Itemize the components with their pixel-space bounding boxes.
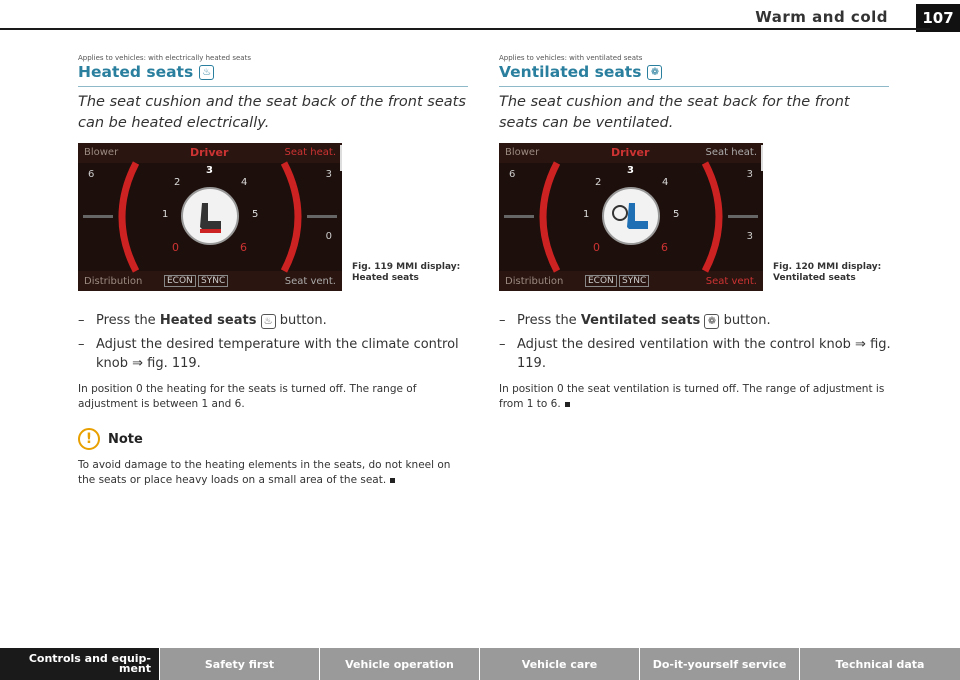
dial-number-6: 6 <box>240 241 247 254</box>
display-label-distribution: Distribution <box>505 276 564 287</box>
warning-icon: ! <box>78 428 100 450</box>
intro-text: The seat cushion and the seat back for t… <box>499 94 850 131</box>
display-label-driver: Driver <box>611 146 650 159</box>
intro-text: The seat cushion and the seat back of th… <box>78 94 466 131</box>
step-text: Press the <box>517 313 581 328</box>
display-mode-econ: ECON <box>585 275 617 287</box>
dial-number-1: 1 <box>583 209 590 220</box>
tab-do-it-yourself-service[interactable]: Do-it-yourself service <box>640 648 800 680</box>
figure-title: MMI display: <box>396 262 461 272</box>
section-title: Ventilated seats ❁ <box>499 63 663 81</box>
section-title-text: Ventilated seats <box>499 63 642 81</box>
tab-technical-data[interactable]: Technical data <box>800 648 960 680</box>
ventilated-seat-icon: ❁ <box>647 64 663 80</box>
ventilated-seat-button-icon: ❁ <box>704 314 720 329</box>
tab-safety-first[interactable]: Safety first <box>160 648 320 680</box>
dial-number-2: 2 <box>174 177 181 188</box>
display-mode-sync: SYNC <box>198 275 229 287</box>
tab-vehicle-operation[interactable]: Vehicle operation <box>320 648 480 680</box>
dial-number-4: 4 <box>241 177 248 188</box>
figure-caption: Fig. 120 MMI display: Ventilated seats <box>773 262 903 284</box>
header-divider <box>0 28 930 30</box>
step-bold-text: Ventilated seats <box>580 313 701 328</box>
figure-number: Fig. 119 <box>352 262 394 272</box>
display-seat-heat-level: 3 <box>746 169 753 180</box>
display-label-seat-heat: Seat heat. <box>284 147 336 158</box>
display-label-seat-heat: Seat heat. <box>705 147 757 158</box>
dial-number-3: 3 <box>206 165 213 176</box>
applies-note: Applies to vehicles: with ventilated sea… <box>499 54 643 62</box>
body-paragraph: In position 0 the seat ventilation is tu… <box>499 382 891 412</box>
body-text: In position 0 the seat ventilation is tu… <box>499 383 885 410</box>
section-title-text: Heated seats <box>78 63 194 81</box>
step-item: – Adjust the desired temperature with the… <box>78 337 459 371</box>
display-label-distribution: Distribution <box>84 276 143 287</box>
display-blower-level: 6 <box>88 169 95 180</box>
step-text: Adjust the desired ventilation with the … <box>517 337 891 371</box>
figure-caption: Fig. 119 MMI display: Heated seats <box>352 262 482 284</box>
mmi-display-ventilated: Blower Driver Seat heat. Distribution Se… <box>499 143 763 291</box>
display-seat-vent-level: 0 <box>325 231 332 242</box>
dial-number-4: 4 <box>662 177 669 188</box>
chapter-title: Warm and cold <box>755 8 888 26</box>
step-text: Press the <box>96 313 160 328</box>
end-of-section-mark <box>390 477 396 483</box>
step-text-end: button. <box>719 313 771 328</box>
step-item: – Adjust the desired ventilation with the… <box>499 337 891 371</box>
display-label-seat-vent: Seat vent. <box>284 276 336 287</box>
dial-number-5: 5 <box>252 209 259 220</box>
display-label-blower: Blower <box>84 147 119 158</box>
dial-number-1: 1 <box>162 209 169 220</box>
section-divider <box>499 86 889 87</box>
tab-controls-and-equipment[interactable]: Controls and equip-ment <box>0 648 160 680</box>
dial-number-6: 6 <box>661 241 668 254</box>
heated-seat-button-icon: ♨ <box>260 314 276 329</box>
display-mode-sync: SYNC <box>619 275 650 287</box>
step-bold-text: Heated seats <box>159 313 257 328</box>
footer-nav: Controls and equip-ment Safety first Veh… <box>0 648 960 680</box>
step-text-end: button. <box>275 313 327 328</box>
step-item: – Press the Ventilated seats ❁ button. <box>499 313 771 329</box>
figure-title: MMI display: <box>817 262 882 272</box>
note-header: ! Note <box>78 428 143 450</box>
applies-note: Applies to vehicles: with electrically h… <box>78 54 251 62</box>
section-title: Heated seats ♨ <box>78 63 215 81</box>
dial-number-0: 0 <box>593 241 600 254</box>
display-seat-vent-level: 3 <box>746 231 753 242</box>
figure-number: Fig. 120 <box>773 262 815 272</box>
dial-number-2: 2 <box>595 177 602 188</box>
display-label-blower: Blower <box>505 147 540 158</box>
instruction-steps: – Press the Ventilated seats ❁ button. – A… <box>499 311 891 378</box>
display-mode-econ: ECON <box>164 275 196 287</box>
end-of-section-mark <box>564 401 570 407</box>
dial-number-0: 0 <box>172 241 179 254</box>
tab-vehicle-care[interactable]: Vehicle care <box>480 648 640 680</box>
display-blower-level: 6 <box>509 169 516 180</box>
instruction-steps: – Press the Heated seats ♨ button. – Adjus… <box>78 311 470 378</box>
step-text: Adjust the desired temperature with the … <box>96 337 459 371</box>
figure-subtitle: Heated seats <box>352 273 419 283</box>
step-item: – Press the Heated seats ♨ button. <box>78 313 327 329</box>
display-label-driver: Driver <box>190 146 229 159</box>
heated-seat-icon: ♨ <box>199 64 215 80</box>
note-paragraph: To avoid damage to the heating elements … <box>78 458 470 488</box>
note-label: Note <box>108 431 143 447</box>
dial-number-5: 5 <box>673 209 680 220</box>
dial-number-3: 3 <box>627 165 634 176</box>
section-divider <box>78 86 468 87</box>
body-paragraph: In position 0 the heating for the seats … <box>78 383 417 410</box>
mmi-display-heated: Blower Driver Seat heat. Distribution Se… <box>78 143 342 291</box>
figure-subtitle: Ventilated seats <box>773 273 856 283</box>
page-header: Warm and cold 107 <box>0 0 960 32</box>
display-seat-heat-level: 3 <box>325 169 332 180</box>
display-label-seat-vent: Seat vent. <box>705 276 757 287</box>
